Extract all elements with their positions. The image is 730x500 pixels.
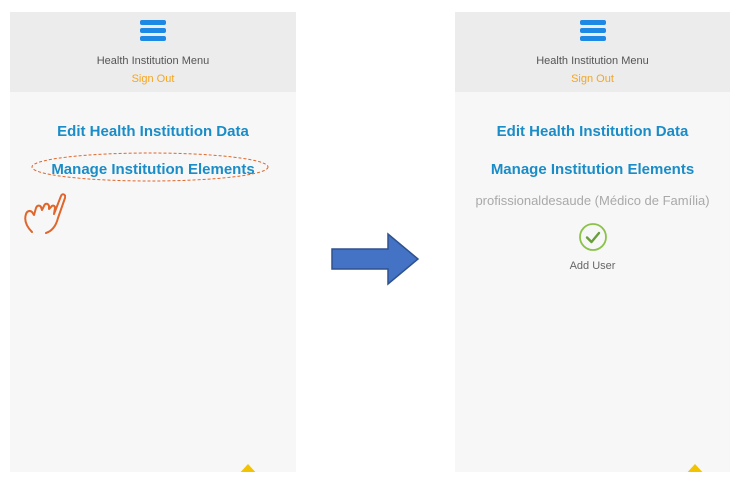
sign-out-link[interactable]: Sign Out <box>455 73 730 85</box>
manage-institution-elements-link[interactable]: Manage Institution Elements <box>455 161 730 178</box>
add-user-label[interactable]: Add User <box>455 260 730 272</box>
hamburger-menu-icon[interactable] <box>579 20 606 42</box>
fab-triangle-icon[interactable] <box>237 464 259 472</box>
app-header: Health Institution Menu Sign Out <box>10 12 296 92</box>
right-arrow-icon <box>331 232 420 286</box>
edit-institution-data-link[interactable]: Edit Health Institution Data <box>10 123 296 140</box>
pointing-hand-icon <box>24 193 66 234</box>
fab-triangle-icon[interactable] <box>684 464 706 472</box>
app-header: Health Institution Menu Sign Out <box>455 12 730 92</box>
professional-name-label: profissionaldesaude (Médico de Família) <box>475 193 710 208</box>
header-title: Health Institution Menu <box>536 55 649 67</box>
header-title: Health Institution Menu <box>96 55 210 67</box>
edit-institution-data-link[interactable]: Edit Health Institution Data <box>455 123 730 140</box>
highlight-ellipse <box>31 152 269 182</box>
sign-out-link[interactable]: Sign Out <box>10 73 296 85</box>
check-circle-icon[interactable] <box>578 222 608 252</box>
after-screen: Health Institution Menu Sign Out Edit He… <box>455 12 730 472</box>
before-screen: Health Institution Menu Sign Out Edit He… <box>10 12 296 472</box>
hamburger-menu-icon[interactable] <box>140 20 166 42</box>
